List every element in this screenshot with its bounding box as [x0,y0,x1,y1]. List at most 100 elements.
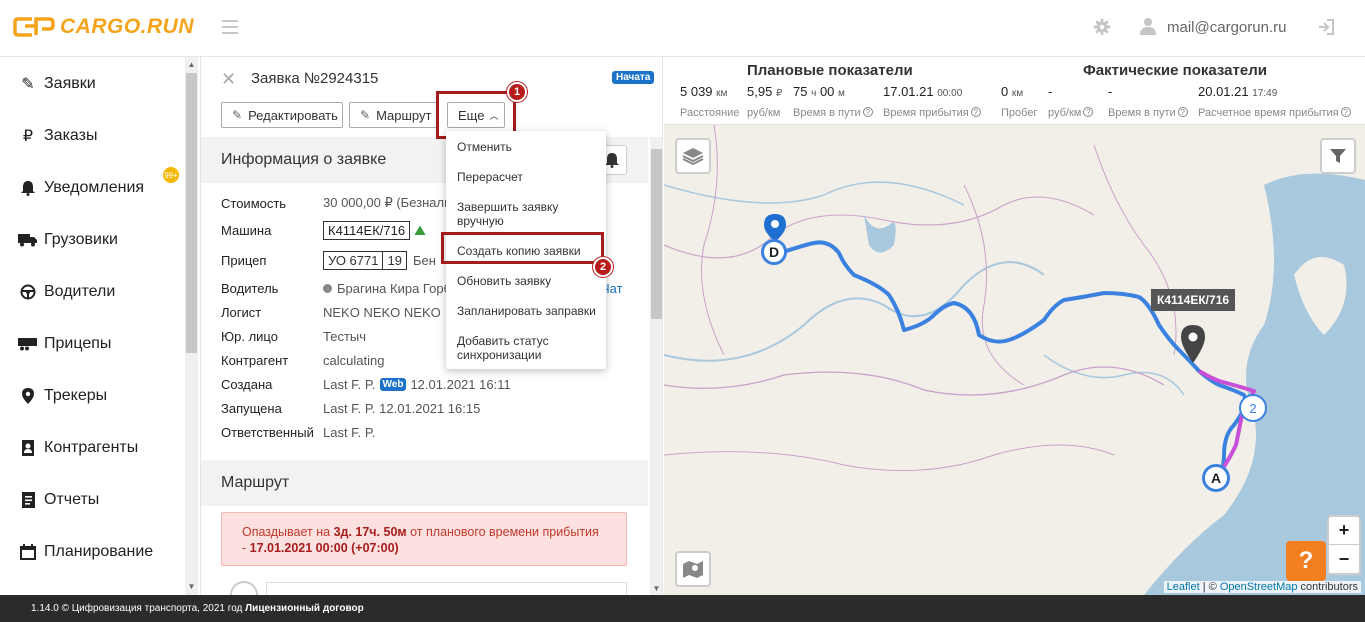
sidebar-item-requests[interactable]: ✎ Заявки [18,72,95,96]
planned-rate: 5,95 ₽ [747,84,782,99]
scrollbar-thumb[interactable] [186,73,197,353]
actual-arrival: 20.01.21 17:49 [1198,84,1277,99]
sidebar-item-planning[interactable]: Планирование [18,540,153,564]
osm-link[interactable]: OpenStreetMap [1220,581,1298,593]
stats-bar: Плановые показатели Фактические показате… [664,57,1365,125]
menu-toggle-icon[interactable] [222,20,238,34]
stat-unit: 17:49 [1252,88,1278,99]
zoom-out-button[interactable]: − [1329,545,1359,573]
map-view-button[interactable] [675,551,711,587]
truck-location-pin-icon[interactable] [1180,324,1206,364]
sidebar-scrollbar[interactable]: ▲ ▼ [185,57,198,595]
attribution-text: contributors [1297,581,1358,593]
stat-label: руб/км [747,107,781,119]
stat-label: Пробег [1001,107,1038,119]
menu-item-add-sync-status[interactable]: Добавить статус синхронизации [457,334,567,362]
sidebar-item-trucks[interactable]: Грузовики [18,228,118,252]
sidebar-item-orders[interactable]: ₽ Заказы [18,124,98,148]
sidebar-item-trailers[interactable]: Прицепы [18,332,111,356]
stat-value: 75 [793,84,808,99]
info-row-started: Запущена Last F. P. 12.01.2021 16:15 [221,399,480,417]
route-point-2[interactable]: 2 [1239,394,1267,422]
stat-label: Время прибытия? [883,107,981,119]
steering-wheel-icon [18,283,38,301]
menu-item-finish-manually[interactable]: Завершить заявку вручную [457,200,567,228]
scroll-down-icon[interactable]: ▼ [650,583,662,595]
info-value: calculating [323,352,385,368]
route-map[interactable]: D К4114ЕК/716 2 A ? + − Leaflet | © Open… [664,125,1365,595]
trailer-plate[interactable]: УО 6771 19 [323,250,407,270]
info-label: Запущена [221,400,282,416]
zoom-in-button[interactable]: + [1329,517,1359,545]
info-label: Прицеп [221,252,267,268]
stat-value: 5 039 [680,84,713,99]
sidebar-item-trackers[interactable]: Трекеры [18,384,107,408]
source-badge: Web [379,377,407,391]
license-link[interactable]: Лицензионный договор [245,603,364,614]
menu-item-cancel[interactable]: Отменить [457,140,597,154]
stat-value: 00 [819,84,835,99]
scrollbar-thumb[interactable] [651,149,662,319]
info-row-counterparty: Контрагент calculating [221,351,384,369]
stat-unit: ₽ [775,88,783,99]
scroll-up-icon[interactable]: ▲ [185,59,198,71]
panel-scrollbar[interactable]: ▼ [650,137,662,595]
alert-text: Опаздывает на [242,525,334,539]
edit-button-label: Редактировать [248,107,338,123]
trailer-icon [18,335,38,353]
map-attribution: Leaflet | © OpenStreetMap contributors [1163,581,1361,593]
layers-button[interactable] [675,138,711,174]
sidebar-item-label: Планирование [44,543,154,560]
leaflet-link[interactable]: Leaflet [1167,581,1200,593]
sidebar-item-label: Контрагенты [44,439,139,456]
menu-item-update[interactable]: Обновить заявку [457,274,597,288]
layers-icon [682,148,704,166]
close-icon[interactable]: ✕ [221,69,236,90]
info-value: 12.01.2021 16:11 [410,376,511,392]
logo[interactable]: CARGO.RUN [12,14,194,40]
step-marker-2: 2 [593,257,613,277]
route-point-d[interactable]: D [761,239,787,265]
driver-name[interactable]: Брагина Кира Горб [337,281,451,296]
info-value: Last F. P. [323,424,376,440]
map-pin-icon [18,387,38,405]
user-icon [1140,18,1156,35]
car-plate[interactable]: К4114ЕК/716 [323,220,411,240]
route-map-icon[interactable]: ⛰ [414,222,426,239]
actual-title: Фактические показатели [1083,62,1267,79]
sidebar-item-notifications[interactable]: Уведомления [18,176,144,200]
logout-icon[interactable] [1317,18,1335,36]
info-label: Машина [221,222,272,238]
gear-icon[interactable] [1093,18,1111,36]
help-icon: ? [970,107,981,117]
step-marker-1: 1 [507,82,527,102]
edit-icon: ✎ [21,76,35,93]
info-row-legal-entity: Юр. лицо Тестыч [221,327,366,345]
menu-item-recalculate[interactable]: Перерасчет [457,170,597,184]
info-row-created: Создана Last F. P. Web 12.01.2021 16:11 [221,375,511,393]
report-icon [18,491,38,509]
help-button[interactable]: ? [1286,541,1326,581]
sidebar-item-drivers[interactable]: Водители [18,280,115,304]
sidebar-item-reports[interactable]: Отчеты [18,488,99,512]
edit-button[interactable]: ✎ Редактировать [221,102,343,128]
user-email[interactable]: mail@cargorun.ru [1167,19,1286,36]
info-row-car: Машина К4114ЕК/716 ⛰ [221,219,426,241]
route-point-card[interactable] [266,582,627,595]
menu-item-plan-refueling[interactable]: Запланировать заправки [457,304,597,318]
stat-unit: км [716,88,728,99]
truck-icon [18,231,38,249]
filter-button[interactable] [1320,138,1356,174]
route-button[interactable]: ✎ Маршрут [349,102,437,128]
alert-delay: 3д. 17ч. 50м [333,525,407,539]
actual-travel-time: - [1108,84,1113,99]
route-point-a[interactable]: A [1202,464,1230,492]
info-value: Last F. P. [323,376,376,392]
scroll-down-icon[interactable]: ▼ [185,581,198,593]
sidebar-item-label: Заказы [44,127,98,144]
help-icon: ? [1340,107,1351,117]
driver-status-dot [323,283,332,293]
route-section-header: Маршрут [201,460,648,506]
sidebar-item-counterparties[interactable]: Контрагенты [18,436,138,460]
delay-alert: Опаздывает на 3д. 17ч. 50м от планового … [221,512,627,566]
